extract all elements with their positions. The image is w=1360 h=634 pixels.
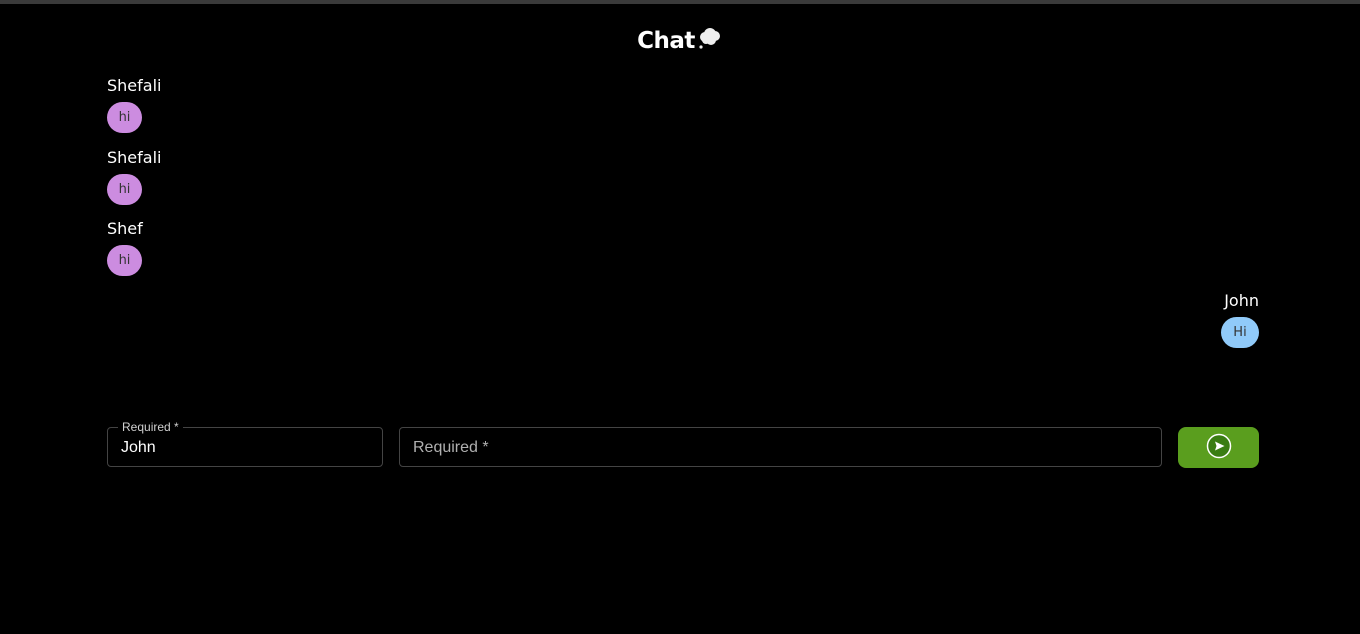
- message-item: John Hi: [1221, 291, 1259, 348]
- message-sender: Shefali: [107, 76, 162, 95]
- window-top-bar: [0, 0, 1360, 4]
- message-input[interactable]: Required *: [399, 427, 1162, 467]
- message-sender: Shefali: [107, 148, 162, 167]
- message-bubble: Hi: [1221, 317, 1259, 348]
- page-title: Chat: [0, 26, 1360, 56]
- message-bubble: hi: [107, 174, 142, 205]
- send-button[interactable]: [1178, 427, 1259, 468]
- message-item: Shef hi: [107, 219, 143, 276]
- message-input-placeholder[interactable]: Required *: [413, 438, 489, 458]
- name-field-label: Required *: [118, 420, 183, 434]
- message-item: Shefali hi: [107, 76, 161, 133]
- page-title-text: Chat: [637, 28, 695, 54]
- name-field[interactable]: Required * John: [107, 420, 383, 467]
- message-item: Shefali hi: [107, 148, 161, 205]
- message-bubble: hi: [107, 245, 142, 276]
- thought-bubble-icon: [697, 25, 723, 51]
- name-field-value[interactable]: John: [121, 438, 156, 458]
- message-bubble: hi: [107, 102, 142, 133]
- message-sender: John: [1224, 291, 1259, 310]
- send-arrow-icon: [1206, 433, 1232, 463]
- message-sender: Shef: [107, 219, 143, 238]
